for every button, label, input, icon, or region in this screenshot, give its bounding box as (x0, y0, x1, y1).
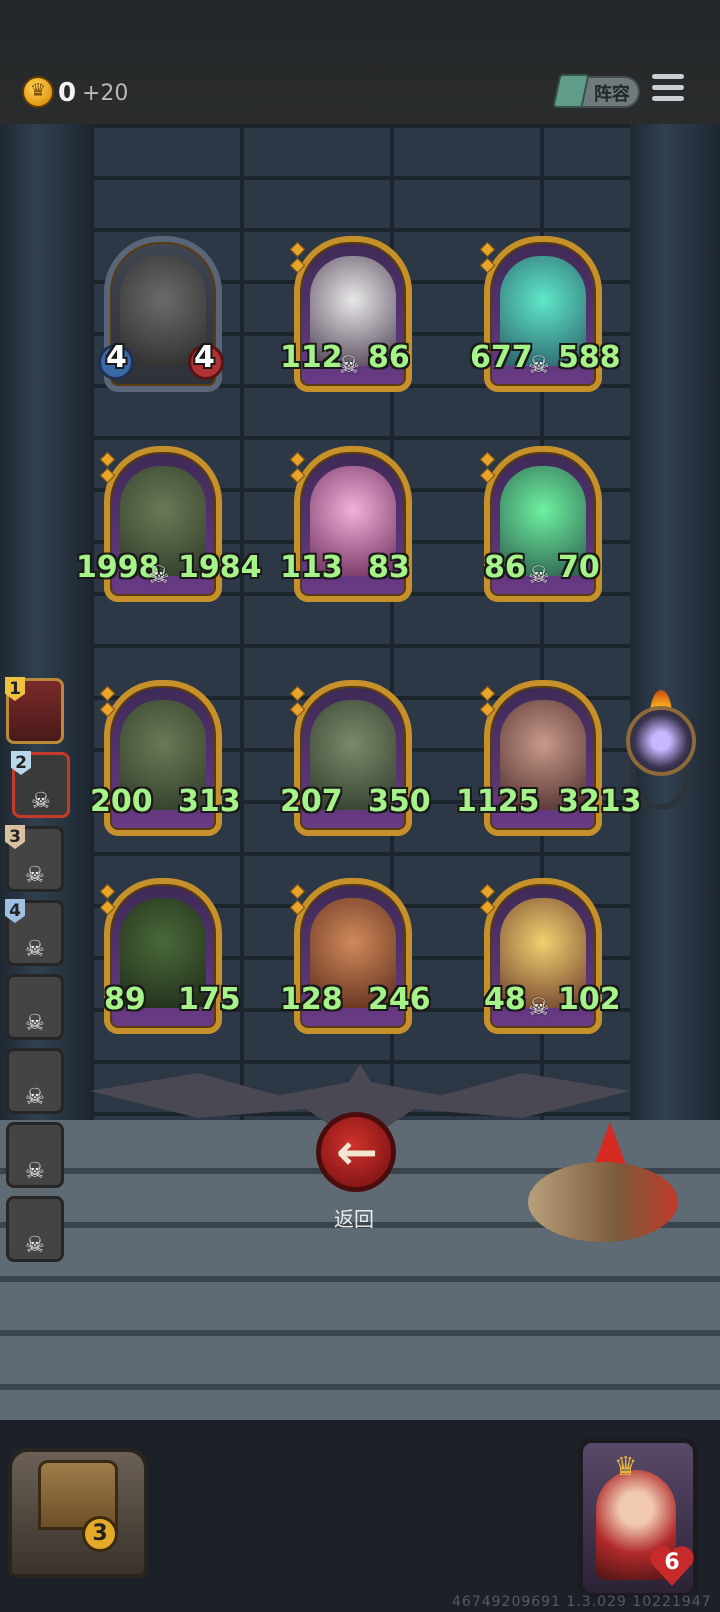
enemy-health: 3213 (558, 784, 642, 819)
chest-count-badge: 3 (82, 1516, 118, 1552)
enemy-attack: 89 (104, 982, 146, 1017)
skull-icon: ☠ (25, 1233, 45, 1258)
enemy-health: 102 (558, 982, 621, 1017)
menu-icon[interactable] (652, 74, 684, 104)
roster-slot[interactable]: 4 ☠ (5, 899, 64, 966)
enemy-health: 350 (368, 784, 431, 819)
enemy-attack: 677 (470, 340, 533, 375)
skull-icon: ☠ (338, 351, 360, 379)
skull-icon: ☠ (25, 937, 45, 962)
gold-bonus: +20 (82, 81, 129, 106)
skull-icon: ☠ (528, 561, 550, 589)
roster-slot-number: 1 (5, 677, 25, 701)
enemy-health: 86 (368, 340, 410, 375)
roster-slot-number: 4 (5, 899, 25, 923)
roster-slot-number: 3 (5, 825, 25, 849)
back-arrow-icon: ← (336, 1123, 378, 1181)
enemy-attack: 1998 (76, 550, 160, 585)
skull-icon: ☠ (528, 993, 550, 1021)
enemy-attack: 128 (280, 982, 343, 1017)
right-pillar (628, 124, 720, 1254)
enemy-attack: 112 (280, 340, 343, 375)
enemy-health: 83 (368, 550, 410, 585)
roster-slot[interactable]: 3 ☠ (5, 825, 64, 892)
enemy-attack: 4 (106, 340, 127, 375)
enemy-health: 588 (558, 340, 621, 375)
skull-icon: ☠ (528, 351, 550, 379)
roster-slot[interactable]: ☠ (6, 974, 64, 1040)
back-button-label: 返回 (334, 1207, 374, 1231)
crown-icon: ♛ (614, 1452, 638, 1482)
roster-slot-number: 2 (11, 751, 31, 775)
skull-icon: ☠ (31, 789, 51, 814)
roster-slot[interactable]: 1 (5, 677, 64, 744)
enemy-health: 70 (558, 550, 600, 585)
enemy-attack: 200 (90, 784, 153, 819)
enemy-health: 175 (178, 982, 241, 1017)
enemy-attack: 207 (280, 784, 343, 819)
skull-icon: ☠ (25, 1011, 45, 1036)
skull-icon: ☠ (25, 1085, 45, 1110)
lineup-button-label: 阵容 (594, 84, 630, 105)
enemy-attack: 1125 (456, 784, 540, 819)
skull-icon: ☠ (25, 1159, 45, 1184)
roster-slot[interactable]: ☠ (6, 1196, 64, 1262)
back-button[interactable]: ← (316, 1112, 396, 1192)
enemy-attack: 113 (280, 550, 343, 585)
team-roster: 1 2 ☠ 3 ☠ 4 ☠ ☠ ☠ ☠ ☠ (0, 670, 72, 1270)
fish-airship-icon (528, 1162, 678, 1242)
enemy-health: 246 (368, 982, 431, 1017)
enemy-attack: 86 (484, 550, 526, 585)
skull-icon: ☠ (148, 561, 170, 589)
roster-slot[interactable]: ☠ (6, 1122, 64, 1188)
skull-icon: ☠ (25, 863, 45, 888)
roster-slot[interactable]: ☠ (6, 1048, 64, 1114)
gold-coin-icon (22, 76, 54, 108)
enemy-health: 4 (194, 340, 215, 375)
enemy-health: 313 (178, 784, 241, 819)
gold-amount: 0 (58, 78, 77, 108)
enemy-health: 1984 (178, 550, 262, 585)
footer-code: 46749209691 1.3.029 10221947 (452, 1594, 712, 1610)
pocket-watch-icon[interactable] (626, 706, 696, 776)
enemy-attack: 48 (484, 982, 526, 1017)
roster-slot[interactable]: 2 ☠ (11, 751, 70, 818)
